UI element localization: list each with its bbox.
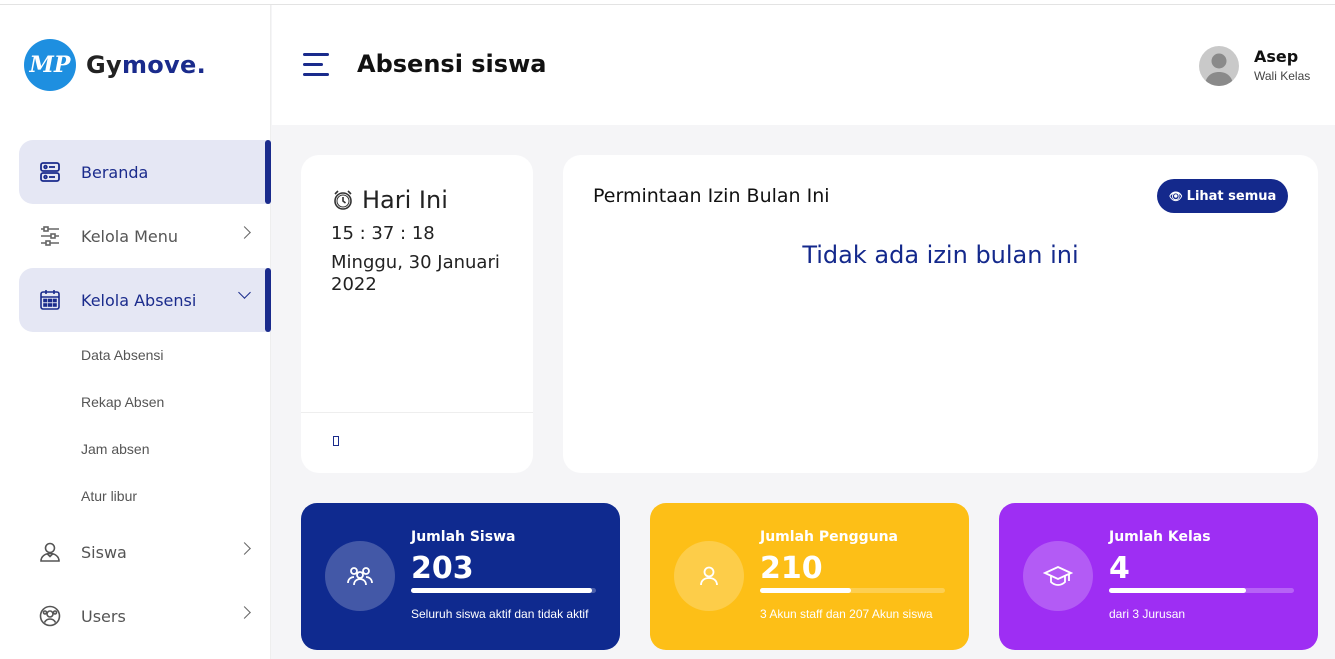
stat-value: 210 <box>760 551 823 586</box>
dashboard-icon <box>38 160 62 184</box>
graduation-cap-icon <box>1023 541 1093 611</box>
stat-label: Jumlah Siswa <box>411 529 516 545</box>
progress-fill <box>411 588 593 593</box>
users-icon <box>38 604 62 628</box>
logo-mark: MP <box>24 39 76 91</box>
calendar-icon <box>38 288 62 312</box>
submenu-jam-absen[interactable]: Jam absen <box>81 441 149 457</box>
logo-name: Gymove. <box>86 51 206 79</box>
progress-fill <box>760 588 851 593</box>
group-icon <box>325 541 395 611</box>
sidebar-item-users[interactable]: Users <box>19 584 271 648</box>
sidebar-item-kelola-menu[interactable]: Kelola Menu <box>19 204 271 268</box>
top-header: Absensi siswa Asep Wali Kelas <box>272 5 1335 125</box>
chevron-right-icon <box>238 226 251 239</box>
sidebar-item-label: Siswa <box>81 542 127 562</box>
sliders-icon <box>38 224 62 248</box>
stat-label: Jumlah Pengguna <box>760 529 898 545</box>
hamburger-menu-icon[interactable] <box>303 53 329 83</box>
submenu-data-absensi[interactable]: Data Absensi <box>81 347 164 363</box>
sidebar-item-label: Users <box>81 606 126 626</box>
stat-card-classes: Jumlah Kelas 4 dari 3 Jurusan <box>999 503 1318 650</box>
see-all-button[interactable]: 👁 Lihat semua <box>1157 179 1288 213</box>
sidebar-item-label: Kelola Menu <box>81 226 179 246</box>
stat-note: 3 Akun staff dan 207 Akun siswa <box>760 607 933 621</box>
alarm-clock-icon <box>331 188 355 212</box>
today-title: Hari Ini <box>331 186 448 214</box>
chevron-right-icon <box>238 606 251 619</box>
stat-note: Seluruh siswa aktif dan tidak aktif <box>411 607 589 621</box>
progress-bar <box>760 588 945 593</box>
student-icon <box>38 540 62 564</box>
sidebar-item-label: Kelola Absensi <box>81 290 197 310</box>
progress-fill <box>1109 588 1246 593</box>
today-card-footer <box>301 412 533 413</box>
stat-card-users: Jumlah Pengguna 210 3 Akun staff dan 207… <box>650 503 969 650</box>
user-icon <box>674 541 744 611</box>
current-date: Minggu, 30 Januari 2022 <box>331 252 500 295</box>
progress-bar <box>411 588 596 593</box>
chevron-down-icon <box>238 286 251 299</box>
sidebar-item-beranda[interactable]: Beranda <box>19 140 271 204</box>
card-title: Permintaan Izin Bulan Ini <box>593 185 830 207</box>
page-title: Absensi siswa <box>357 50 547 78</box>
user-role: Wali Kelas <box>1254 69 1311 83</box>
stat-note: dari 3 Jurusan <box>1109 607 1186 621</box>
stat-value: 203 <box>411 551 474 586</box>
avatar[interactable] <box>1199 46 1239 86</box>
missing-glyph-icon <box>333 436 339 446</box>
sidebar-item-label: Beranda <box>81 162 149 182</box>
eye-icon: 👁 <box>1168 189 1183 203</box>
progress-bar <box>1109 588 1294 593</box>
submenu-rekap-absen[interactable]: Rekap Absen <box>81 394 164 410</box>
chevron-right-icon <box>238 542 251 555</box>
sidebar-item-kelola-absensi[interactable]: Kelola Absensi <box>19 268 271 332</box>
sidebar-item-siswa[interactable]: Siswa <box>19 520 271 584</box>
stat-label: Jumlah Kelas <box>1109 529 1211 545</box>
empty-state-message: Tidak ada izin bulan ini <box>802 241 1079 269</box>
stat-value: 4 <box>1109 551 1130 586</box>
today-card: Hari Ini 15 : 37 : 18 Minggu, 30 Januari… <box>301 155 533 473</box>
app-logo[interactable]: MP Gymove. <box>24 39 206 91</box>
leave-requests-card: Permintaan Izin Bulan Ini 👁 Lihat semua … <box>563 155 1318 473</box>
stat-card-students: Jumlah Siswa 203 Seluruh siswa aktif dan… <box>301 503 620 650</box>
current-time: 15 : 37 : 18 <box>331 223 435 244</box>
user-name[interactable]: Asep <box>1254 47 1298 66</box>
submenu-atur-libur[interactable]: Atur libur <box>81 488 137 504</box>
